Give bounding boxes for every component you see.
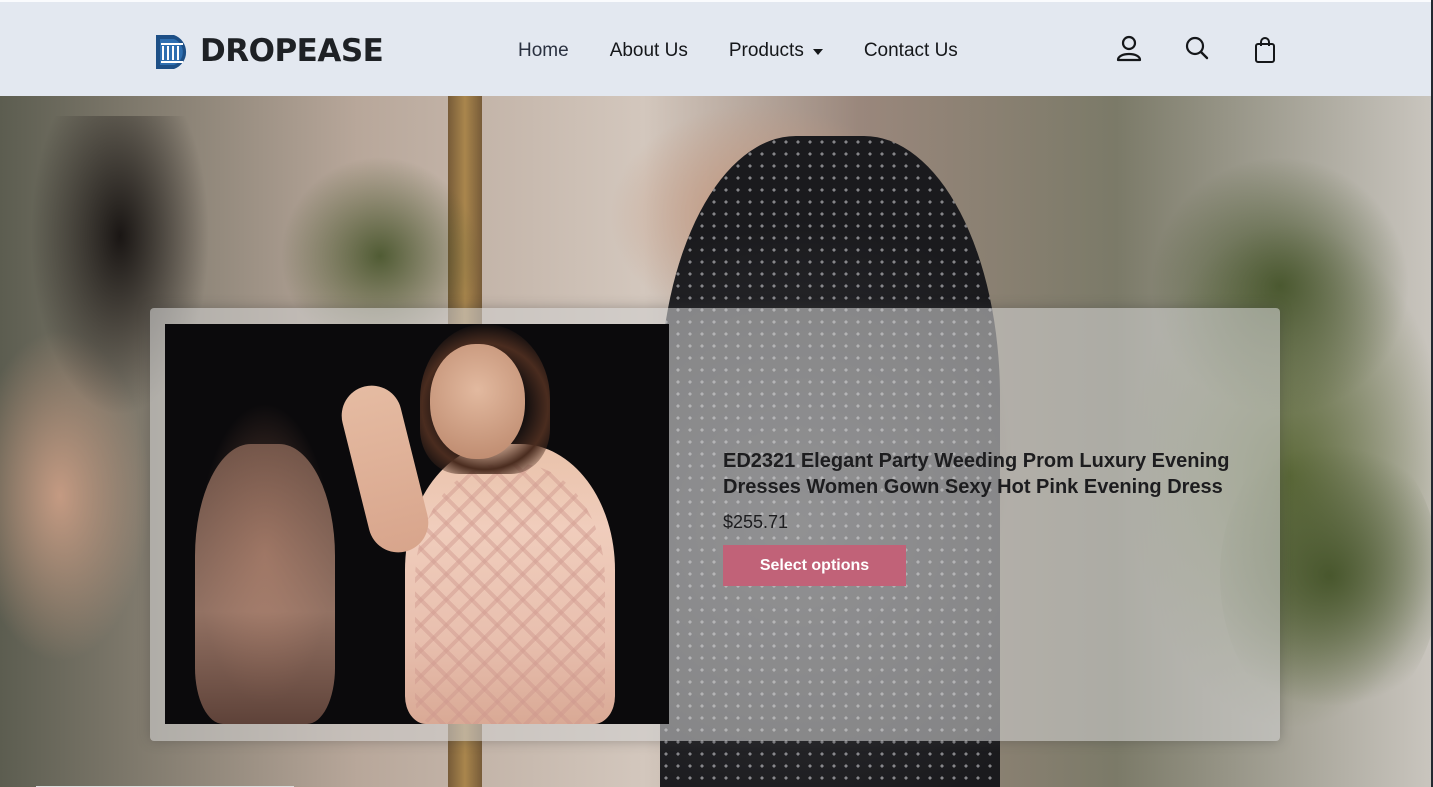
- site-header: DROPEASE Home About Us Products Contact …: [0, 0, 1431, 96]
- product-image-dress: [415, 464, 605, 724]
- user-icon[interactable]: [1115, 34, 1143, 64]
- nav-contact-us-label: Contact Us: [863, 40, 958, 61]
- product-info: ED2321 Elegant Party Weeding Prom Luxury…: [723, 448, 1253, 586]
- main-nav: Home About Us Products Contact Us: [518, 40, 999, 62]
- product-title[interactable]: ED2321 Elegant Party Weeding Prom Luxury…: [723, 448, 1253, 500]
- logo[interactable]: DROPEASE: [154, 30, 384, 72]
- nav-home-label: Home: [518, 40, 569, 61]
- chevron-down-icon: [812, 49, 823, 55]
- nav-products-label: Products: [728, 40, 804, 61]
- search-icon[interactable]: [1183, 34, 1211, 64]
- product-image[interactable]: [165, 324, 669, 724]
- product-card: ED2321 Elegant Party Weeding Prom Luxury…: [150, 308, 1280, 741]
- product-image-face: [430, 344, 525, 459]
- nav-contact-us[interactable]: Contact Us: [864, 40, 958, 62]
- header-actions: [1115, 34, 1319, 64]
- nav-about-us[interactable]: About Us: [610, 40, 688, 62]
- bank-building-icon: [156, 35, 187, 69]
- product-price: $255.71: [723, 512, 789, 532]
- hero-banner: ED2321 Elegant Party Weeding Prom Luxury…: [0, 96, 1431, 787]
- brand-name: DROPEASE: [200, 33, 384, 69]
- shopping-bag-icon[interactable]: [1251, 34, 1279, 64]
- select-options-button[interactable]: Select options: [723, 545, 906, 586]
- nav-home[interactable]: Home: [518, 40, 569, 62]
- product-image-reflection: [195, 444, 335, 724]
- nav-about-us-label: About Us: [609, 40, 688, 61]
- nav-products[interactable]: Products: [729, 40, 823, 62]
